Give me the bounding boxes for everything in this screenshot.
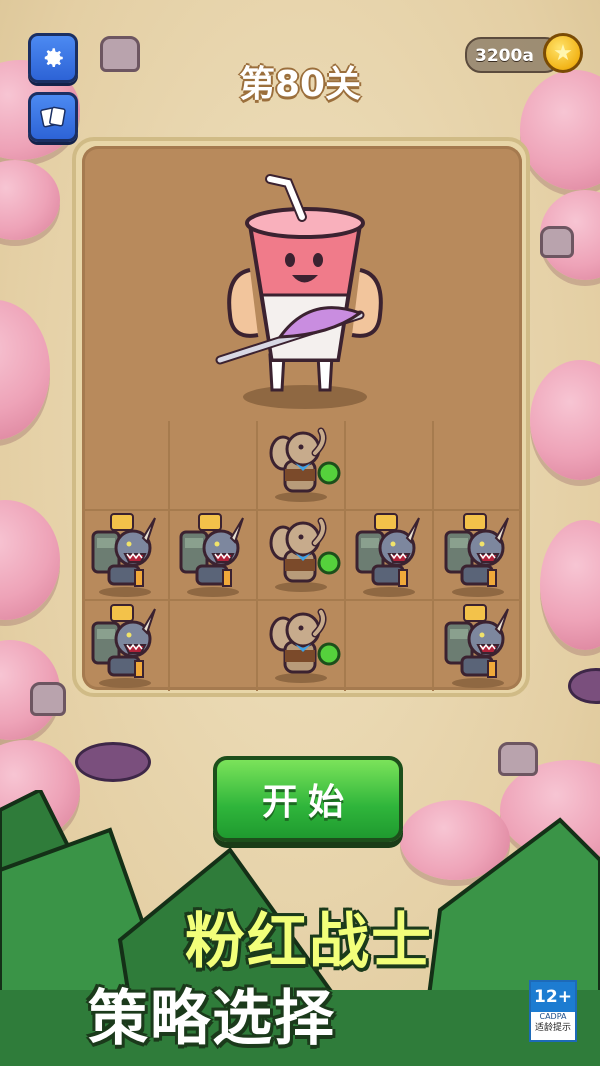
grid-cell[interactable] [82, 601, 170, 691]
promo-line-1: 粉红战士 [185, 907, 433, 977]
pink-tree [540, 520, 600, 650]
grid-cell[interactable] [346, 421, 434, 511]
grid-cell[interactable] [434, 421, 522, 511]
grid-cell[interactable] [258, 421, 346, 511]
grid-cell[interactable] [170, 601, 258, 691]
pink-tree [0, 160, 60, 240]
grid-cell[interactable] [346, 511, 434, 601]
cards-icon [40, 106, 66, 128]
grid-cell[interactable] [170, 421, 258, 511]
age-rating-org: CADPA [539, 1012, 567, 1021]
grid-cell[interactable] [170, 511, 258, 601]
grid-cell[interactable] [434, 601, 522, 691]
rock [540, 226, 574, 258]
pink-tree [0, 300, 50, 440]
grid-cell[interactable] [82, 421, 170, 511]
boss-milkshake-fighter [215, 174, 383, 409]
log [568, 668, 600, 704]
pink-tree [530, 360, 600, 480]
age-rating-badge: 12+ CADPA 适龄提示 [529, 980, 577, 1042]
rhino-unit[interactable] [438, 508, 518, 602]
level-title: 第80关 [238, 64, 362, 105]
log [75, 742, 151, 782]
unit-grid [82, 421, 522, 691]
elephant-unit[interactable] [261, 423, 341, 507]
rhino-unit[interactable] [85, 508, 165, 602]
elephant-unit[interactable] [261, 604, 341, 688]
rhino-unit[interactable] [173, 508, 253, 602]
rhino-unit[interactable] [349, 508, 429, 602]
age-rating-note: 适龄提示 [534, 1023, 571, 1033]
rhino-unit[interactable] [85, 599, 165, 693]
age-rating-label: 12+ [531, 982, 575, 1012]
grid-cell[interactable] [82, 511, 170, 601]
grid-cell[interactable] [346, 601, 434, 691]
rhino-unit[interactable] [438, 599, 518, 693]
rock [30, 682, 66, 716]
elephant-unit[interactable] [261, 513, 341, 597]
grid-cell[interactable] [258, 601, 346, 691]
rock [498, 742, 538, 776]
promo-line-2: 策略选择 [88, 984, 336, 1054]
pink-tree [0, 500, 60, 620]
grid-cell[interactable] [258, 511, 346, 601]
grid-cell[interactable] [434, 511, 522, 601]
